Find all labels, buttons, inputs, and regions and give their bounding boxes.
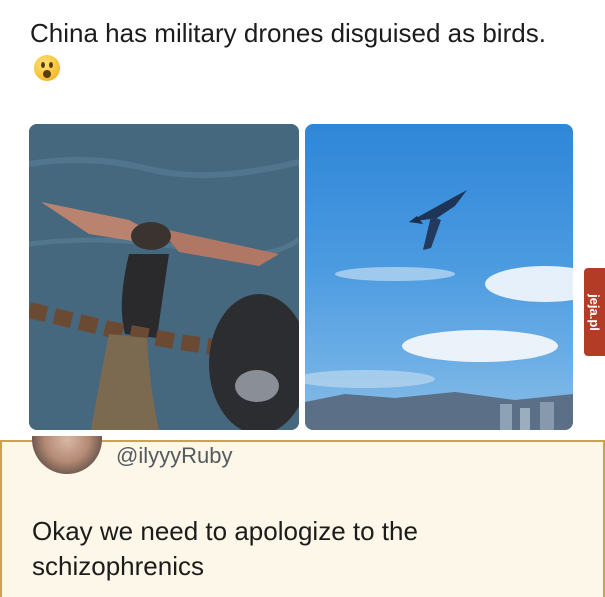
avatar[interactable] — [32, 436, 102, 474]
astonished-face-icon — [34, 55, 60, 81]
bird-on-chain-photo — [29, 124, 299, 430]
jeja-watermark: jeja.pl — [584, 268, 605, 356]
caption-text: China has military drones disguised as b… — [30, 18, 546, 48]
user-handle[interactable]: @ilyyyRuby — [116, 443, 232, 469]
post-caption: China has military drones disguised as b… — [30, 16, 550, 86]
tweet-text: Okay we need to apologize to the schizop… — [32, 516, 418, 581]
bird-in-sky-photo — [305, 124, 573, 430]
post-card: China has military drones disguised as b… — [0, 0, 605, 440]
tweet-card: @ilyyyRuby Okay we need to apologize to … — [0, 436, 605, 597]
